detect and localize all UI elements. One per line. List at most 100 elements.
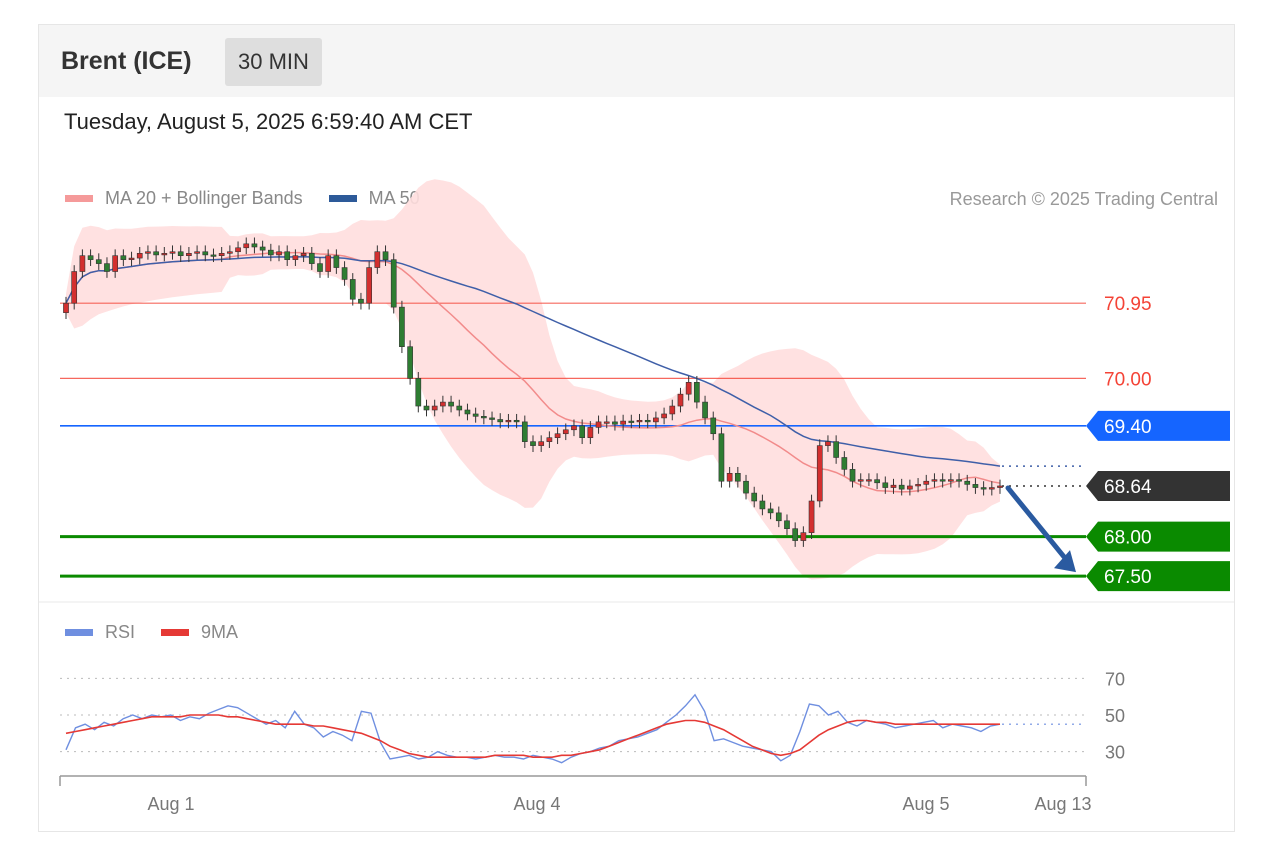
candle-body: [481, 416, 487, 419]
candle-body: [276, 251, 282, 256]
candle-body: [341, 267, 348, 280]
candle-body: [833, 441, 839, 458]
candle-body: [120, 255, 127, 260]
candle-body: [898, 484, 905, 490]
candle-body: [505, 419, 512, 423]
forecast-arrow-head: [1054, 550, 1076, 573]
candle-body: [669, 405, 676, 415]
candle-body: [792, 528, 799, 541]
candle-body: [202, 251, 209, 256]
price-chart: 70.95 70.00 69.40 68.64 68.00 67.50: [39, 179, 1234, 603]
candle-body: [136, 253, 143, 259]
candle-body: [956, 479, 962, 482]
level-label-70.95: 70.95: [1104, 294, 1152, 315]
rsi-chart: 70 50 30: [60, 669, 1125, 764]
candle-body: [808, 500, 815, 533]
candle: [816, 439, 823, 508]
candle-body: [153, 251, 159, 256]
candle-body: [759, 500, 766, 510]
candle-body: [694, 382, 700, 403]
candle-body: [112, 255, 118, 272]
candle-body: [554, 433, 561, 438]
candle-body: [128, 257, 135, 260]
candle-body: [603, 421, 610, 424]
forecast-arrow-shaft: [1005, 485, 1073, 567]
candle-body: [407, 346, 413, 379]
candle-body: [890, 484, 897, 488]
candle-body: [718, 433, 725, 482]
candle-body: [227, 251, 233, 254]
candle-body: [317, 263, 323, 272]
candle-body: [95, 259, 102, 264]
candle-body: [710, 417, 717, 435]
candle-body: [841, 457, 848, 470]
candle-body: [726, 473, 733, 482]
candle-body: [743, 480, 749, 494]
candle: [407, 340, 413, 385]
candle-body: [358, 298, 364, 304]
level-label-69.40: 69.40: [1104, 417, 1152, 438]
candle-body: [866, 479, 872, 482]
candle-body: [63, 302, 69, 313]
candle-body: [390, 259, 397, 308]
x-tick-aug-13: Aug 13: [1034, 794, 1091, 814]
candle-body: [620, 420, 626, 425]
candle-body: [440, 401, 446, 407]
candle-body: [767, 508, 774, 514]
candle: [808, 494, 815, 539]
candle-body: [374, 251, 381, 268]
rsi-tick-70: 70: [1105, 669, 1125, 689]
candle-body: [251, 243, 258, 248]
candle-body: [948, 479, 954, 482]
candle: [366, 261, 372, 310]
candle-body: [595, 421, 602, 428]
rsi-series-9ma: [65, 714, 1000, 758]
candle-body: [685, 382, 692, 395]
candle-body: [366, 267, 372, 304]
candle-body: [636, 419, 643, 423]
level-label-70.00: 70.00: [1104, 369, 1152, 390]
candle-body: [628, 420, 635, 423]
x-axis: Aug 1 Aug 4 Aug 5 Aug 13: [59, 775, 1092, 814]
candle-body: [456, 405, 463, 411]
rsi-tick-50: 50: [1105, 706, 1125, 726]
candle-body: [169, 251, 176, 254]
candle-body: [186, 253, 192, 256]
candle-body: [218, 253, 225, 256]
candle-body: [784, 520, 790, 529]
candle-body: [308, 253, 315, 264]
candle-body: [661, 413, 667, 419]
candle-body: [415, 378, 422, 407]
candle-body: [702, 401, 708, 419]
candle-body: [653, 417, 659, 423]
candle-body: [431, 405, 438, 411]
candle-body: [677, 393, 684, 407]
candle: [71, 265, 78, 310]
candle: [390, 253, 397, 314]
candle-body: [587, 427, 594, 438]
candle: [415, 372, 422, 413]
candle-body: [349, 279, 356, 300]
candle-body: [71, 271, 78, 304]
candle-body: [423, 405, 430, 411]
candle-body: [915, 484, 921, 487]
candle-body: [243, 243, 250, 249]
candle-body: [530, 441, 536, 446]
candle-body: [775, 512, 782, 522]
bollinger-band: [66, 179, 1000, 580]
candle-body: [849, 469, 856, 482]
candle-body: [497, 419, 504, 423]
x-tick-aug-5: Aug 5: [902, 794, 949, 814]
x-tick-aug-1: Aug 1: [147, 794, 194, 814]
candle-body: [292, 255, 299, 260]
candle-body: [87, 255, 94, 260]
chart-svg: 70.95 70.00 69.40 68.64 68.00 67.50 70 50 30 Au…: [39, 179, 1234, 814]
candle-body: [399, 306, 405, 347]
candle-body: [284, 251, 291, 260]
candle-body: [513, 419, 520, 423]
candle-body: [964, 480, 971, 485]
candle-body: [874, 479, 880, 484]
candle-body: [644, 419, 651, 423]
candle-body: [571, 425, 577, 431]
candle-body: [489, 417, 495, 420]
